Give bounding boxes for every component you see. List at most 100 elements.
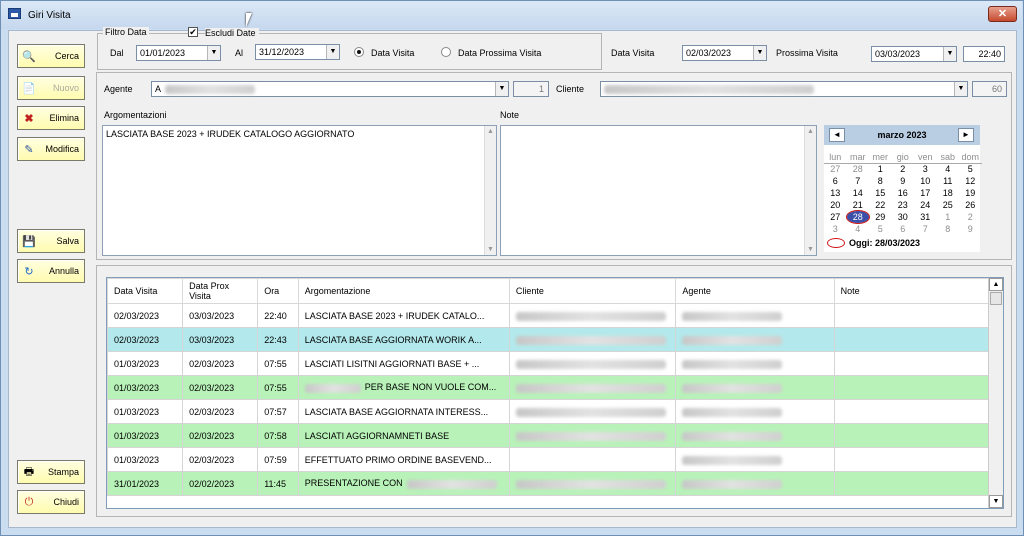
chevron-down-icon: ▼ xyxy=(495,82,508,96)
calendar-day[interactable]: 9 xyxy=(892,175,915,187)
redacted-cell xyxy=(675,447,835,472)
cancel-button[interactable]: ↻ Annulla xyxy=(17,259,85,283)
table-row[interactable]: 31/01/2023 02/02/2023 11:45 PRESENTAZIONE C… xyxy=(107,471,990,496)
time-field[interactable]: 22:40 xyxy=(963,46,1005,62)
column-header[interactable]: Agente xyxy=(675,278,835,304)
calendar-day[interactable]: 24 xyxy=(914,199,937,211)
note-scrollbar[interactable]: ▲ ▼ xyxy=(804,126,816,255)
redacted-cell xyxy=(508,423,677,448)
column-header[interactable]: Ora xyxy=(257,278,299,304)
search-button[interactable]: 🔍 Cerca xyxy=(17,44,85,68)
calendar-day[interactable]: 1 xyxy=(937,211,960,223)
calendar-day[interactable]: 21 xyxy=(847,199,870,211)
calendar-day[interactable]: 14 xyxy=(847,187,870,199)
calendar-day[interactable]: 3 xyxy=(914,163,937,175)
calendar-day[interactable]: 9 xyxy=(959,223,982,235)
arguments-scrollbar[interactable]: ▲ ▼ xyxy=(484,126,496,255)
calendar-day[interactable]: 4 xyxy=(847,223,870,235)
table-row[interactable]: 01/03/2023 02/03/2023 07:58 LASCIATI AGGIOR… xyxy=(107,423,990,448)
client-select[interactable]: ▼ xyxy=(600,81,968,97)
table-row[interactable]: 02/03/2023 03/03/2023 22:43 LASCIATA BASE A… xyxy=(107,327,990,352)
calendar-day[interactable]: 3 xyxy=(824,223,847,235)
close-button[interactable]: ⏻ Chiudi xyxy=(17,490,85,514)
cell-visit: 31/01/2023 xyxy=(107,471,184,496)
calendar-day[interactable]: 7 xyxy=(914,223,937,235)
calendar-day[interactable]: 6 xyxy=(892,223,915,235)
calendar-next-button[interactable]: ► xyxy=(958,128,974,142)
calendar-selected-day[interactable]: 28 xyxy=(845,210,870,224)
edit-button[interactable]: ✎ Modifica xyxy=(17,137,85,161)
calendar-day[interactable]: 27 xyxy=(824,211,847,223)
calendar-day[interactable]: 11 xyxy=(937,175,960,187)
table-row[interactable]: 02/03/2023 03/03/2023 22:40 LASCIATA BASE 2… xyxy=(107,303,990,328)
redacted-text xyxy=(304,383,361,393)
calendar-day[interactable]: 8 xyxy=(937,223,960,235)
new-button[interactable]: 📄 Nuovo xyxy=(17,76,85,100)
calendar-day[interactable]: 5 xyxy=(959,163,982,175)
column-header[interactable]: Cliente xyxy=(508,278,677,304)
calendar-day[interactable]: 16 xyxy=(892,187,915,199)
calendar-day[interactable]: 19 xyxy=(959,187,982,199)
calendar-day[interactable]: 27 xyxy=(824,163,847,175)
calendar-day[interactable]: 5 xyxy=(869,223,892,235)
calendar-day[interactable]: 2 xyxy=(892,163,915,175)
calendar-day[interactable]: 17 xyxy=(914,187,937,199)
cell-visit: 01/03/2023 xyxy=(107,375,184,400)
calendar-day[interactable]: 1 xyxy=(869,163,892,175)
exclude-dates-checkbox[interactable]: ✔ xyxy=(188,27,198,37)
calendar-month-label[interactable]: marzo 2023 xyxy=(824,130,980,140)
calendar-today-link[interactable]: Oggi: 28/03/2023 xyxy=(849,238,920,248)
calendar-day[interactable]: 28 xyxy=(847,163,870,175)
search-icon: 🔍 xyxy=(22,50,36,63)
from-date-field[interactable]: 01/01/2023 ▼ xyxy=(136,45,221,61)
scroll-down-icon[interactable]: ▼ xyxy=(989,495,1003,508)
table-row[interactable]: 01/03/2023 02/03/2023 07:59 EFFETTUATO PRIM… xyxy=(107,447,990,472)
arguments-textarea[interactable]: LASCIATA BASE 2023 + IRUDEK CATALOGO AGG… xyxy=(102,125,497,256)
grid-scrollbar[interactable]: ▲ ▼ xyxy=(988,278,1003,508)
calendar-day[interactable]: 13 xyxy=(824,187,847,199)
calendar-day[interactable]: 10 xyxy=(914,175,937,187)
calendar-day[interactable]: 7 xyxy=(847,175,870,187)
table-row[interactable]: 01/03/2023 02/03/2023 07:55 PER BASE NON VU… xyxy=(107,375,990,400)
table-row[interactable]: 01/03/2023 02/03/2023 07:55 LASCIATI LISITN… xyxy=(107,351,990,376)
next-visit-field[interactable]: 03/03/2023 ▼ xyxy=(871,46,957,62)
calendar-day[interactable]: 2 xyxy=(959,211,982,223)
month-calendar[interactable]: ◄ marzo 2023 ► lun mar mer gio ven sab dom 27 2… xyxy=(824,125,982,252)
note-textarea[interactable]: ▲ ▼ xyxy=(500,125,817,256)
calendar-day[interactable]: 4 xyxy=(937,163,960,175)
scroll-down-icon: ▼ xyxy=(807,246,814,253)
next-visit-label: Prossima Visita xyxy=(776,48,838,58)
visit-date-radio[interactable] xyxy=(354,47,364,57)
next-visit-radio[interactable] xyxy=(441,47,451,57)
calendar-day[interactable]: 25 xyxy=(937,199,960,211)
column-header[interactable]: Argomentazione xyxy=(297,278,510,304)
agent-select[interactable]: A ▼ xyxy=(151,81,509,97)
cell-next: 02/03/2023 xyxy=(182,399,259,424)
calendar-day[interactable]: 6 xyxy=(824,175,847,187)
visit-date-field[interactable]: 02/03/2023 ▼ xyxy=(682,45,767,61)
cell-arg: PER BASE NON VUOLE COM... xyxy=(297,375,510,400)
calendar-day[interactable]: 20 xyxy=(824,199,847,211)
calendar-day[interactable]: 8 xyxy=(869,175,892,187)
print-button[interactable]: 🖶 Stampa xyxy=(17,460,85,484)
delete-button[interactable]: ✖ Elimina xyxy=(17,106,85,130)
calendar-day[interactable]: 29 xyxy=(869,211,892,223)
calendar-day[interactable]: 30 xyxy=(892,211,915,223)
redacted-agent xyxy=(165,85,256,95)
calendar-day[interactable]: 26 xyxy=(959,199,982,211)
column-header[interactable]: Data Prox Visita xyxy=(182,278,259,304)
calendar-day[interactable]: 12 xyxy=(959,175,982,187)
scroll-thumb[interactable] xyxy=(990,292,1002,305)
calendar-day[interactable]: 15 xyxy=(869,187,892,199)
calendar-day[interactable]: 22 xyxy=(869,199,892,211)
to-date-field[interactable]: 31/12/2023 ▼ xyxy=(255,44,340,60)
calendar-day[interactable]: 31 xyxy=(914,211,937,223)
calendar-day[interactable]: 23 xyxy=(892,199,915,211)
column-header[interactable]: Data Visita xyxy=(107,278,184,304)
close-window-button[interactable]: ✕ xyxy=(988,6,1017,22)
calendar-day[interactable]: 18 xyxy=(937,187,960,199)
scroll-up-icon[interactable]: ▲ xyxy=(989,278,1003,291)
column-header[interactable]: Note xyxy=(833,278,990,304)
save-button[interactable]: 💾 Salva xyxy=(17,229,85,253)
table-row[interactable]: 01/03/2023 02/03/2023 07:57 LASCIATA BASE A… xyxy=(107,399,990,424)
